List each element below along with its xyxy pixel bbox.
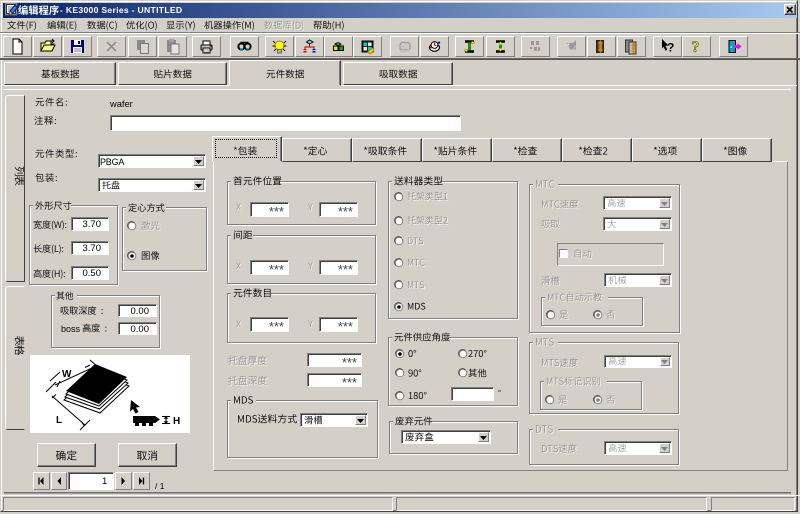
svg-text:L: L	[56, 415, 62, 426]
svg-text:?: ?	[667, 41, 674, 55]
svg-text:W: W	[62, 369, 72, 380]
svg-text:H: H	[173, 416, 180, 427]
svg-text:?: ?	[692, 39, 700, 55]
